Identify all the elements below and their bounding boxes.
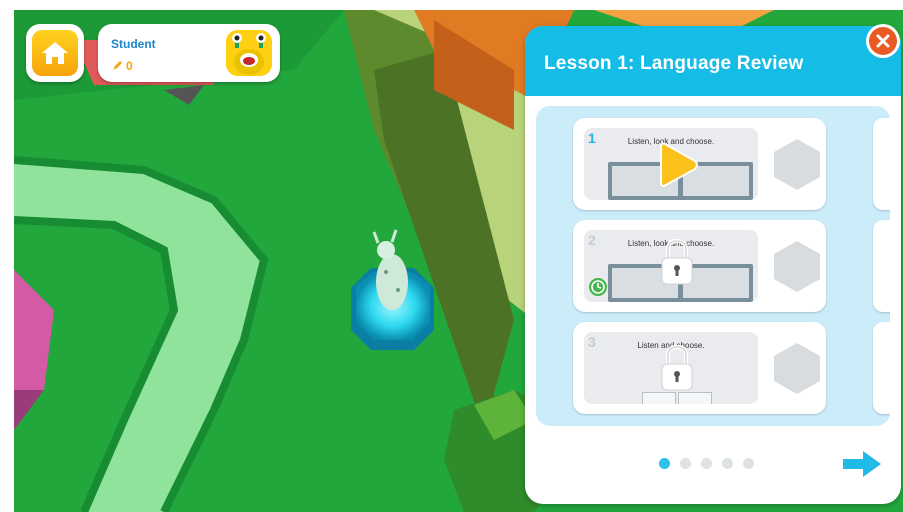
home-button[interactable] (26, 24, 84, 82)
lesson-title: Lesson 1: Language Review (544, 53, 804, 74)
avatar-monster (226, 30, 272, 76)
lesson-panel: Lesson 1: Language Review Listen, look a… (525, 26, 901, 504)
pagination-dots (659, 458, 754, 469)
arrow-right-icon[interactable] (841, 449, 883, 479)
page-dot-3[interactable] (701, 458, 712, 469)
points-value: 0 (126, 59, 133, 73)
pencil-icon (113, 61, 122, 70)
hexagon-badge-icon (774, 139, 820, 190)
lock-icon (661, 344, 693, 391)
play-icon[interactable] (659, 140, 699, 190)
avatar (226, 30, 272, 76)
activity-number: 2 (588, 232, 596, 248)
activity-card-6-peek[interactable] (873, 322, 890, 414)
close-button-face (869, 27, 897, 55)
page-dot-1[interactable] (659, 458, 670, 469)
student-name: Student (111, 37, 156, 51)
lesson-panel-header: Lesson 1: Language Review (525, 26, 901, 96)
activity-card-3[interactable]: Listen and choose. 3 (573, 322, 826, 414)
close-icon (876, 34, 890, 48)
activity-number: 3 (588, 334, 596, 350)
activity-card-5-peek[interactable] (873, 220, 890, 312)
hexagon-badge-icon (774, 241, 820, 292)
clock-icon (589, 278, 607, 296)
activity-card-1[interactable]: Listen, look and choose. 1 (573, 118, 826, 210)
close-button[interactable] (866, 24, 900, 58)
hexagon-badge-icon (774, 343, 820, 394)
page-dot-4[interactable] (722, 458, 733, 469)
points-display: 0 (111, 59, 133, 73)
home-button-face (32, 30, 78, 76)
activity-list[interactable]: Listen, look and choose. 1 Listen, look … (536, 106, 890, 426)
activity-number: 1 (588, 130, 596, 146)
activity-card-2[interactable]: Listen, look and choose. 2 (573, 220, 826, 312)
page-dot-5[interactable] (743, 458, 754, 469)
home-icon (42, 42, 68, 64)
student-profile-card[interactable]: Student 0 (98, 24, 280, 82)
activity-card-4-peek[interactable] (873, 118, 890, 210)
page-dot-2[interactable] (680, 458, 691, 469)
lock-icon (661, 238, 693, 285)
